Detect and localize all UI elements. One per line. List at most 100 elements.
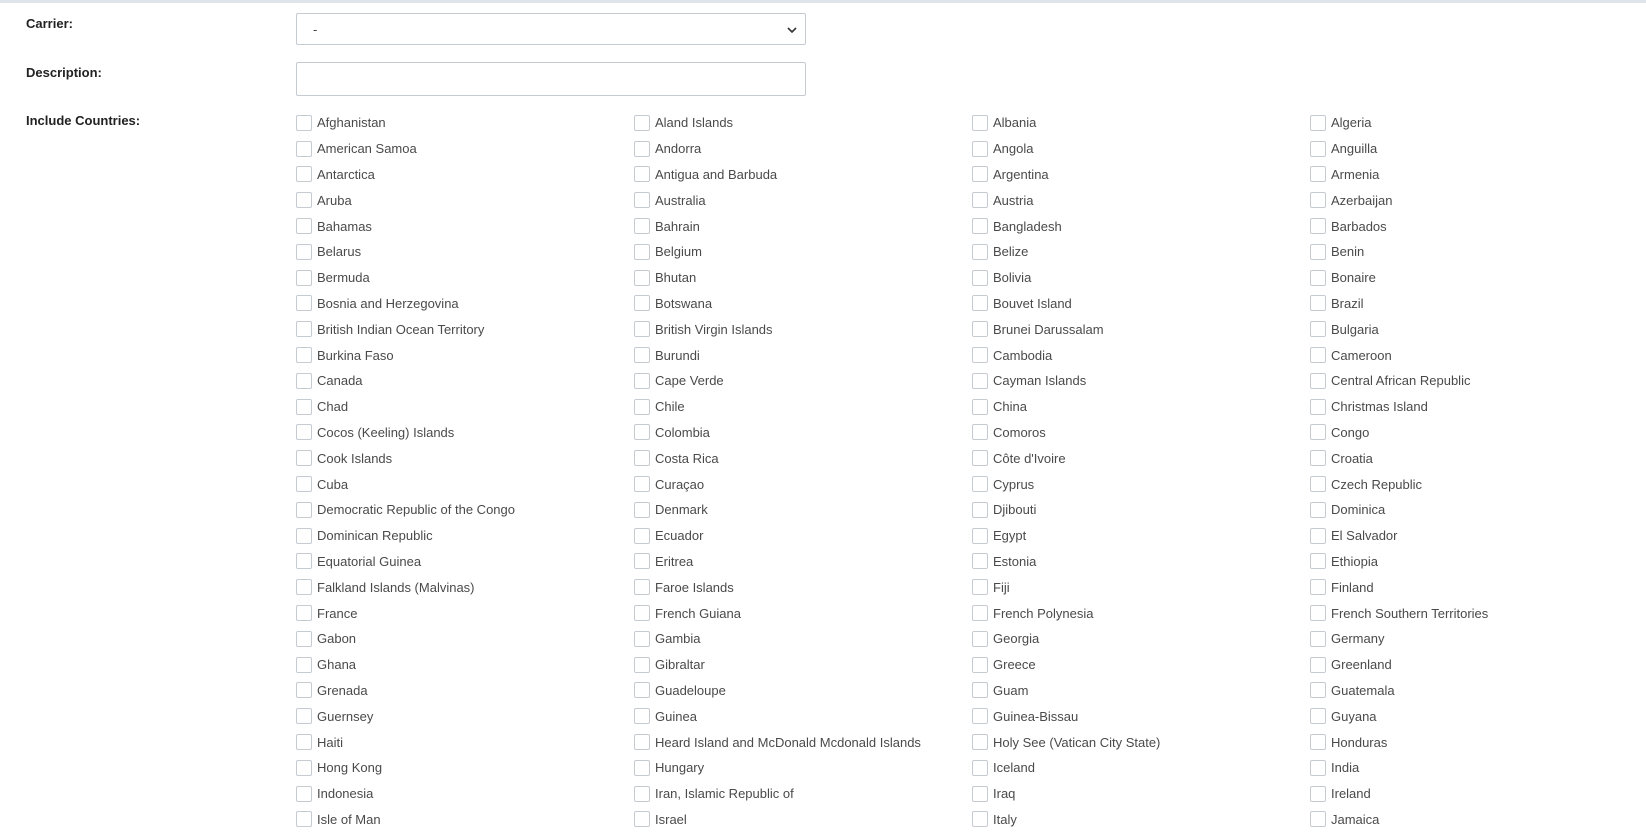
country-checkbox[interactable] [296,398,312,415]
country-option[interactable]: Bangladesh [972,213,1310,239]
country-checkbox[interactable] [1310,114,1326,131]
country-option[interactable]: Belgium [634,239,972,265]
country-checkbox[interactable] [296,166,312,183]
country-checkbox[interactable] [634,811,650,828]
country-checkbox[interactable] [972,450,988,467]
country-option[interactable]: Fiji [972,574,1310,600]
country-option[interactable]: Equatorial Guinea [296,549,634,575]
country-option[interactable]: Antigua and Barbuda [634,162,972,188]
country-option[interactable]: Honduras [1310,729,1646,755]
country-checkbox[interactable] [296,450,312,467]
country-checkbox[interactable] [296,630,312,647]
country-checkbox[interactable] [972,708,988,725]
country-option[interactable]: Italy [972,807,1310,832]
country-checkbox[interactable] [634,785,650,802]
country-option[interactable]: Armenia [1310,162,1646,188]
country-option[interactable]: India [1310,755,1646,781]
country-checkbox[interactable] [972,527,988,544]
country-option[interactable]: Barbados [1310,213,1646,239]
country-option[interactable]: Algeria [1310,110,1646,136]
country-checkbox[interactable] [634,501,650,518]
country-option[interactable]: Canada [296,368,634,394]
country-option[interactable]: Hungary [634,755,972,781]
country-option[interactable]: Angola [972,136,1310,162]
country-checkbox[interactable] [296,424,312,441]
country-option[interactable]: Bosnia and Herzegovina [296,291,634,317]
country-checkbox[interactable] [972,656,988,673]
country-checkbox[interactable] [296,811,312,828]
country-checkbox[interactable] [972,398,988,415]
country-checkbox[interactable] [634,140,650,157]
country-checkbox[interactable] [1310,166,1326,183]
country-checkbox[interactable] [972,759,988,776]
country-option[interactable]: Bonaire [1310,265,1646,291]
country-checkbox[interactable] [972,785,988,802]
country-option[interactable]: Cook Islands [296,445,634,471]
country-checkbox[interactable] [296,243,312,260]
country-checkbox[interactable] [296,114,312,131]
country-option[interactable]: Bermuda [296,265,634,291]
country-option[interactable]: China [972,394,1310,420]
country-option[interactable]: Brunei Darussalam [972,316,1310,342]
country-option[interactable]: Aruba [296,187,634,213]
country-checkbox[interactable] [1310,321,1326,338]
country-option[interactable]: Bahamas [296,213,634,239]
country-checkbox[interactable] [1310,347,1326,364]
country-checkbox[interactable] [634,553,650,570]
country-checkbox[interactable] [1310,579,1326,596]
country-option[interactable]: Ireland [1310,781,1646,807]
country-checkbox[interactable] [972,295,988,312]
country-checkbox[interactable] [1310,424,1326,441]
country-option[interactable]: American Samoa [296,136,634,162]
country-checkbox[interactable] [634,450,650,467]
country-checkbox[interactable] [296,759,312,776]
country-option[interactable]: Chile [634,394,972,420]
country-checkbox[interactable] [972,424,988,441]
country-checkbox[interactable] [1310,398,1326,415]
country-option[interactable]: Bulgaria [1310,316,1646,342]
country-checkbox[interactable] [634,114,650,131]
country-option[interactable]: Cyprus [972,471,1310,497]
country-option[interactable]: Djibouti [972,497,1310,523]
country-checkbox[interactable] [634,734,650,751]
country-option[interactable]: Holy See (Vatican City State) [972,729,1310,755]
country-checkbox[interactable] [296,734,312,751]
country-option[interactable]: Andorra [634,136,972,162]
country-option[interactable]: Central African Republic [1310,368,1646,394]
country-checkbox[interactable] [1310,527,1326,544]
country-option[interactable]: Belize [972,239,1310,265]
country-checkbox[interactable] [1310,372,1326,389]
country-checkbox[interactable] [972,501,988,518]
country-option[interactable]: Dominica [1310,497,1646,523]
country-checkbox[interactable] [1310,269,1326,286]
carrier-select[interactable]: - [296,13,806,45]
country-option[interactable]: Côte d'Ivoire [972,445,1310,471]
country-option[interactable]: Guinea [634,703,972,729]
country-checkbox[interactable] [634,218,650,235]
country-option[interactable]: Colombia [634,420,972,446]
country-option[interactable]: Heard Island and McDonald Mcdonald Islan… [634,729,972,755]
country-option[interactable]: Estonia [972,549,1310,575]
country-checkbox[interactable] [296,656,312,673]
country-checkbox[interactable] [634,192,650,209]
country-option[interactable]: Finland [1310,574,1646,600]
country-option[interactable]: Gambia [634,626,972,652]
country-option[interactable]: Bolivia [972,265,1310,291]
country-option[interactable]: Cape Verde [634,368,972,394]
country-option[interactable]: El Salvador [1310,523,1646,549]
country-checkbox[interactable] [296,140,312,157]
country-checkbox[interactable] [1310,553,1326,570]
country-option[interactable]: British Indian Ocean Territory [296,316,634,342]
country-checkbox[interactable] [972,811,988,828]
country-checkbox[interactable] [634,372,650,389]
country-option[interactable]: Iceland [972,755,1310,781]
country-option[interactable]: French Southern Territories [1310,600,1646,626]
country-checkbox[interactable] [634,295,650,312]
country-checkbox[interactable] [296,501,312,518]
country-option[interactable]: France [296,600,634,626]
country-option[interactable]: Croatia [1310,445,1646,471]
country-checkbox[interactable] [1310,605,1326,622]
country-checkbox[interactable] [634,682,650,699]
country-option[interactable]: Haiti [296,729,634,755]
country-checkbox[interactable] [1310,295,1326,312]
